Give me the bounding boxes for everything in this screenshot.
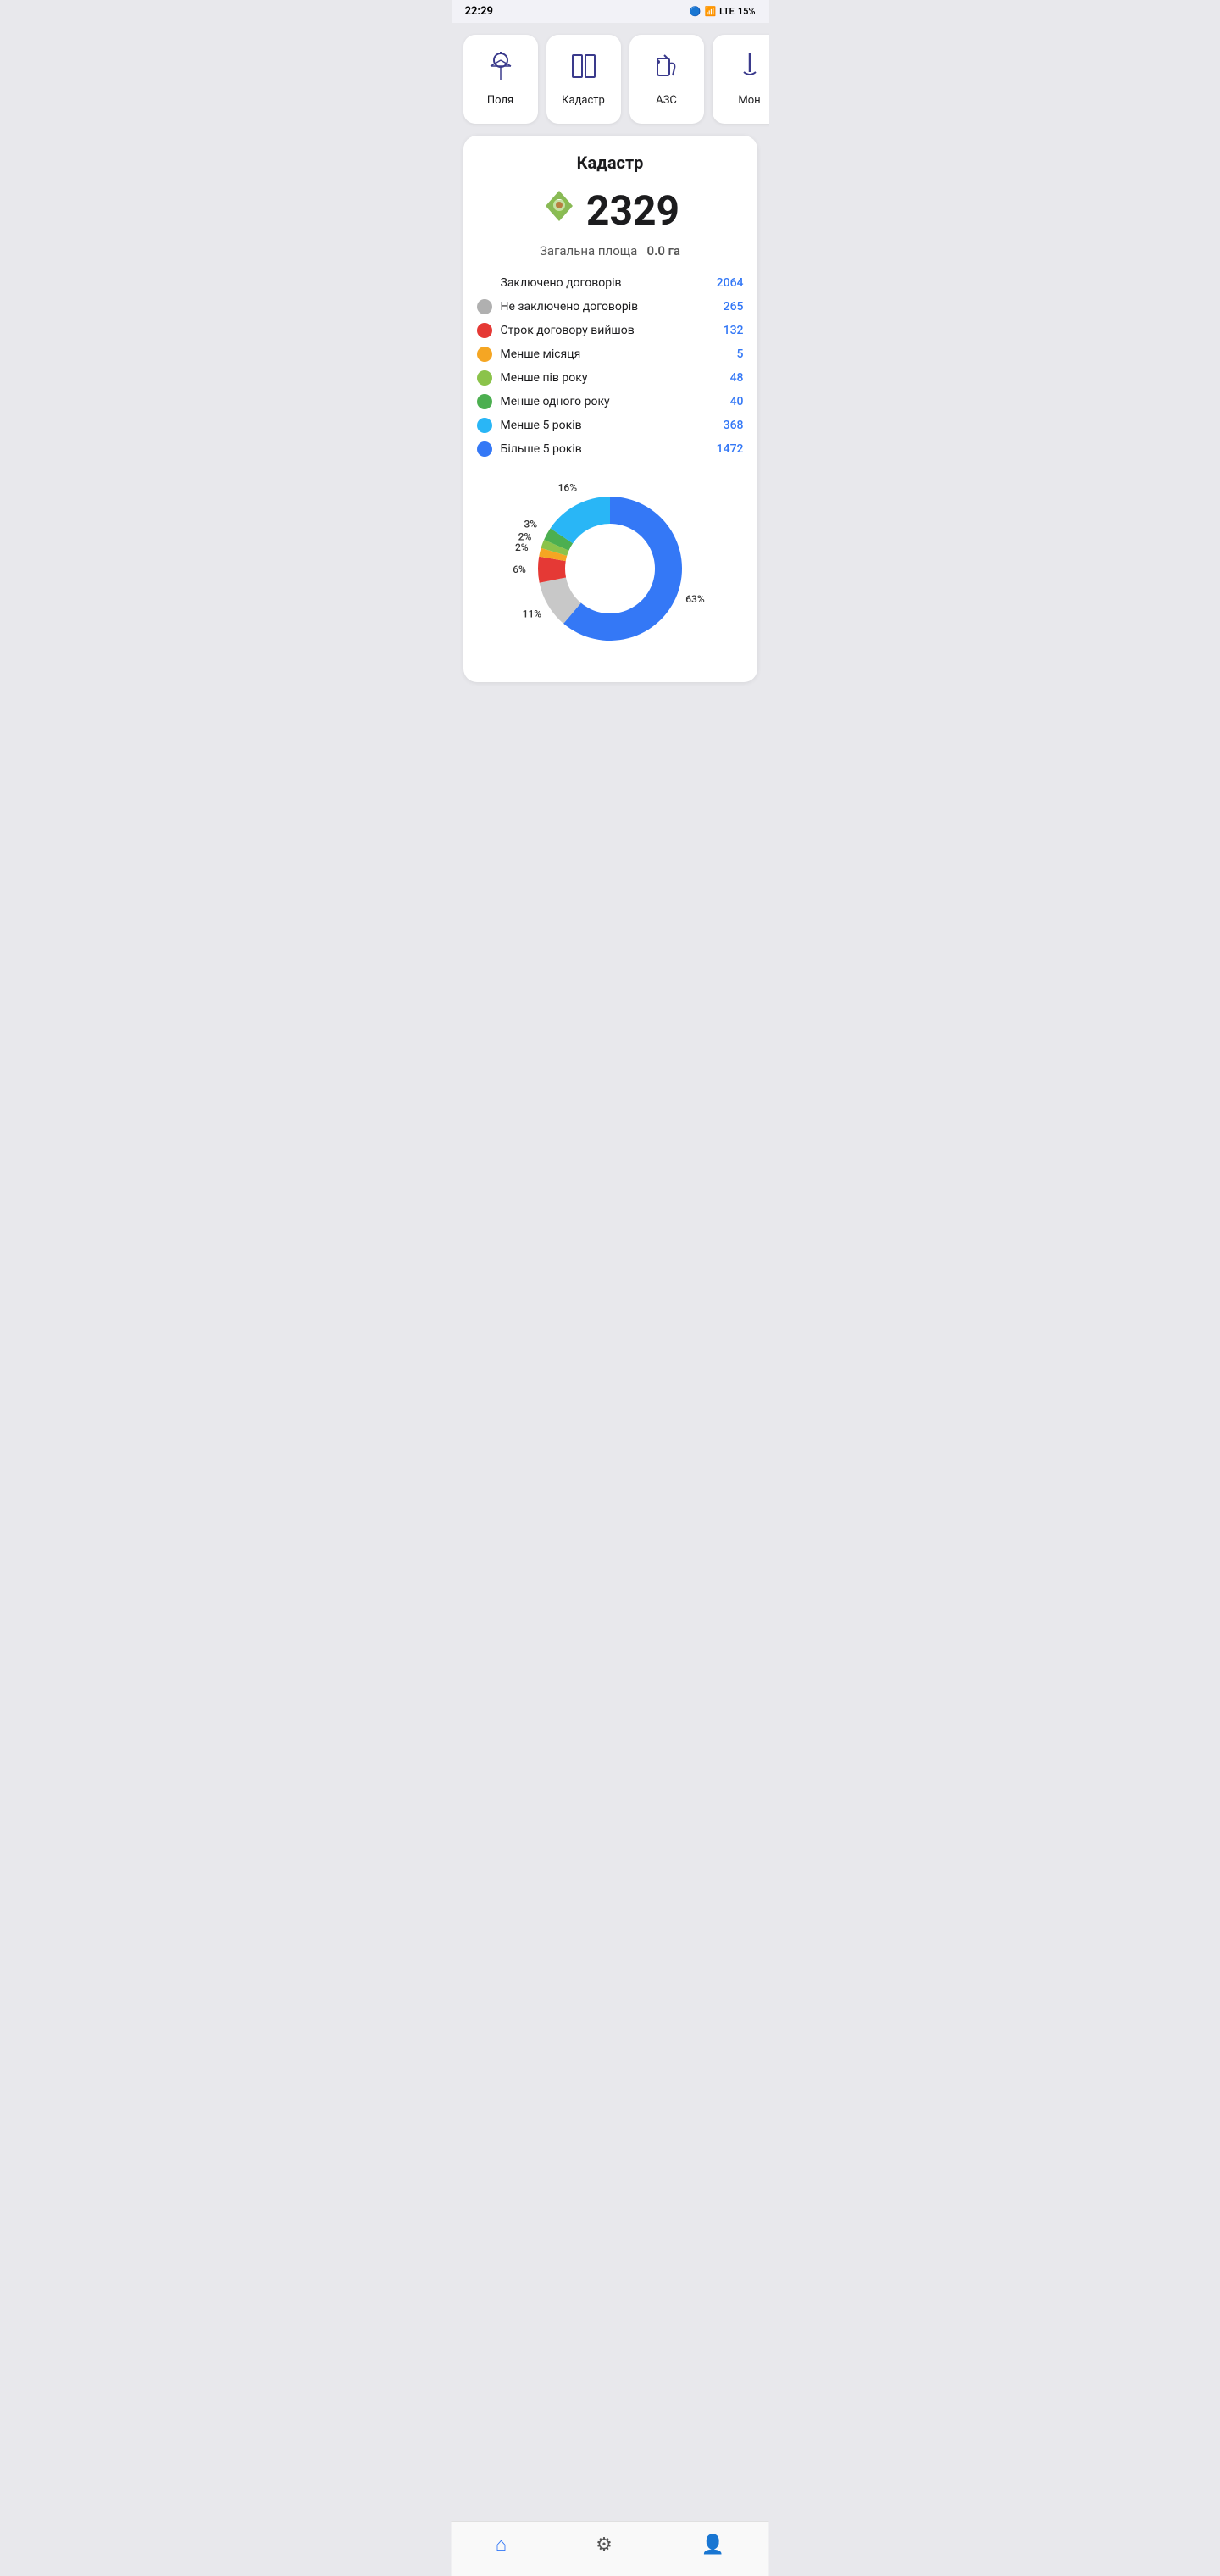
stat-row-concluded: Заключено договорів 2064	[477, 275, 744, 291]
stat-dot-not-concluded	[477, 299, 492, 314]
fields-icon	[486, 52, 515, 87]
chart-label-6: 16%	[558, 482, 578, 494]
stat-dot-less-month	[477, 347, 492, 362]
stat-value-less-month[interactable]: 5	[737, 347, 744, 361]
donut-chart: 63%11%6%2%2%3%16%	[477, 475, 744, 662]
mop-icon	[735, 52, 764, 87]
stat-row-less-month: Менше місяця 5	[477, 347, 744, 362]
stat-dot-more-5years	[477, 441, 492, 457]
location-icon	[541, 187, 578, 234]
bluetooth-icon: 🔵	[690, 6, 702, 17]
chart-label-0: 63%	[685, 593, 705, 605]
stat-label-less-year: Менше одного року	[501, 395, 722, 408]
stat-value-not-concluded[interactable]: 265	[724, 300, 744, 314]
stat-value-more-5years[interactable]: 1472	[717, 442, 744, 456]
chart-label-5: 3%	[524, 519, 537, 530]
stat-row-less-5years: Менше 5 років 368	[477, 418, 744, 433]
stat-label-expired: Строк договору вийшов	[501, 324, 715, 337]
stat-label-less-5years: Менше 5 років	[501, 419, 715, 432]
stat-dot-less-5years	[477, 418, 492, 433]
stat-label-less-month: Менше місяця	[501, 347, 729, 361]
nav-card-gas-label: АЗС	[656, 94, 677, 107]
stats-list: Заключено договорів 2064 Не заключено до…	[477, 275, 744, 457]
stat-dot-less-year	[477, 394, 492, 409]
chart-label-1: 11%	[523, 608, 542, 620]
status-time: 22:29	[465, 5, 494, 18]
nav-card-cadastre[interactable]: Кадастр	[546, 35, 621, 124]
nav-card-fields[interactable]: Поля	[463, 35, 538, 124]
nav-tab-settings[interactable]: ⚙	[579, 2531, 629, 2559]
settings-icon: ⚙	[596, 2534, 613, 2556]
home-icon: ⌂	[496, 2534, 507, 2556]
stat-dot-expired	[477, 323, 492, 338]
chart-label-3: 2%	[515, 541, 529, 553]
nav-cards-row: Поля Кадастр АЗС Мон	[452, 23, 769, 132]
stat-value-less-year[interactable]: 40	[730, 395, 744, 408]
stat-dot-concluded	[477, 275, 492, 291]
stat-row-not-concluded: Не заключено договорів 265	[477, 299, 744, 314]
status-icons: 🔵 📶 LTE 15%	[690, 6, 756, 17]
hero-row: 2329	[477, 186, 744, 235]
hero-number: 2329	[586, 186, 679, 235]
signal-icon: 📶	[704, 6, 716, 17]
nav-tab-profile[interactable]: 👤	[685, 2531, 741, 2559]
stat-value-expired[interactable]: 132	[724, 324, 744, 337]
nav-card-mop[interactable]: Мон	[713, 35, 769, 124]
stat-label-less-half-year: Менше пів року	[501, 371, 722, 385]
stat-row-expired: Строк договору вийшов 132	[477, 323, 744, 338]
profile-icon: 👤	[702, 2534, 724, 2556]
stat-value-concluded[interactable]: 2064	[717, 276, 744, 290]
nav-card-gas[interactable]: АЗС	[629, 35, 704, 124]
stat-value-less-half-year[interactable]: 48	[730, 371, 744, 385]
nav-tab-home[interactable]: ⌂	[479, 2530, 524, 2559]
bottom-nav: ⌂ ⚙ 👤	[452, 2521, 769, 2576]
cadastre-icon	[569, 52, 598, 87]
stat-row-less-half-year: Менше пів року 48	[477, 370, 744, 386]
total-area-label: Загальна площа	[540, 243, 637, 258]
total-area-value: 0.0 га	[647, 243, 680, 258]
chart-label-4: 2%	[518, 530, 532, 542]
stat-label-more-5years: Більше 5 років	[501, 442, 708, 456]
cadastre-main-card: Кадастр 2329 Загальна площа 0.0 га	[463, 136, 757, 682]
stat-dot-less-half-year	[477, 370, 492, 386]
nav-card-cadastre-label: Кадастр	[562, 94, 605, 107]
stat-label-not-concluded: Не заключено договорів	[501, 300, 715, 314]
nav-card-fields-label: Поля	[487, 94, 513, 107]
nav-card-mop-label: Мон	[738, 94, 760, 107]
chart-label-2: 6%	[513, 564, 526, 575]
stat-value-less-5years[interactable]: 368	[724, 419, 744, 432]
total-area-row: Загальна площа 0.0 га	[477, 243, 744, 258]
battery-label: 15%	[738, 6, 756, 17]
status-bar: 22:29 🔵 📶 LTE 15%	[452, 0, 769, 23]
stat-row-more-5years: Більше 5 років 1472	[477, 441, 744, 457]
gas-icon	[652, 52, 681, 87]
network-label: LTE	[719, 6, 735, 17]
stat-row-less-year: Менше одного року 40	[477, 394, 744, 409]
main-card-title: Кадастр	[477, 153, 744, 173]
stat-label-concluded: Заключено договорів	[501, 276, 708, 290]
